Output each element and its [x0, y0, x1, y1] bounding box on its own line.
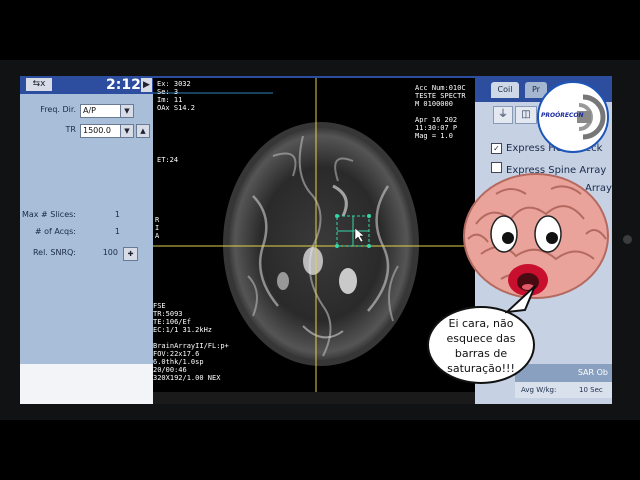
swap-tab[interactable]: ⇆x	[26, 78, 52, 91]
avg-sar-value: 10 Sec	[579, 386, 603, 394]
sequence-parameters-overlay: FSE TR:5093 TE:106/Ef EC:1/1 31.2kHz Bra…	[153, 302, 229, 382]
bubble-tail	[505, 285, 536, 314]
tab-coil[interactable]: Coil	[491, 82, 519, 98]
snr-row: Rel. SNRQ: 100 ✚	[20, 247, 153, 261]
bubble-line: Ei cara, não	[448, 317, 514, 330]
snr-label: Rel. SNRQ:	[32, 248, 76, 257]
max-slices-label: Max # Slices:	[21, 210, 76, 219]
scan-parameters-panel: ⇆x 2:12 ▶ Freq. Dir. A/P ▼ TR 1500.0 ▼ ▲…	[20, 76, 153, 404]
left-panel-footer	[20, 364, 153, 404]
checkbox-checked-icon[interactable]: ✓	[491, 143, 502, 154]
tr-field[interactable]: 1500.0	[80, 124, 122, 138]
chevron-down-icon[interactable]: ▼	[120, 124, 134, 138]
coil-icon[interactable]: ◫	[515, 106, 537, 124]
next-arrow-button[interactable]: ▶	[141, 78, 152, 92]
freq-dir-row: Freq. Dir. A/P ▼	[20, 104, 153, 118]
acqs-row: # of Acqs: 1	[20, 227, 153, 239]
tr-label: TR	[65, 125, 76, 134]
snr-value: 100	[102, 248, 118, 257]
acqs-value: 1	[114, 227, 120, 236]
orientation-letters: R I A	[155, 216, 160, 240]
acqs-label: # of Acqs:	[34, 227, 76, 236]
speech-bubble: Ei cara, não esquece das barras de satur…	[427, 306, 535, 384]
tr-row: TR 1500.0 ▼ ▲	[20, 124, 153, 138]
max-slices-value: 1	[114, 210, 120, 219]
prorecon-logo: PROÓRECON	[537, 81, 609, 153]
echo-train-label: ET:24	[157, 156, 179, 164]
bubble-line: esquece das	[446, 332, 516, 345]
chevron-down-icon[interactable]: ▼	[120, 104, 134, 118]
avg-sar-row: Avg W/kg: 10 Sec	[515, 382, 612, 398]
freq-dir-label: Freq. Dir.	[40, 105, 76, 114]
plug-icon[interactable]: ⏚	[493, 106, 513, 124]
logo-text: PROÓRECON	[541, 112, 584, 119]
chevron-up-icon[interactable]: ▲	[136, 124, 150, 138]
freq-dir-field[interactable]: A/P	[80, 104, 122, 118]
mri-image-viewer[interactable]: Ex: 3032 Se: 3 Im: 11 OAx S14.2 Acc Num:…	[153, 76, 475, 404]
scan-time-clock: 2:12	[106, 77, 141, 93]
max-slices-row: Max # Slices: 1	[20, 210, 153, 222]
monitor-button	[623, 235, 632, 244]
exam-info-overlay: Ex: 3032 Se: 3 Im: 11 OAx S14.2	[157, 80, 195, 112]
plus-icon[interactable]: ✚	[123, 247, 138, 261]
bubble-line: barras de	[454, 347, 508, 360]
bubble-line: saturação!!!	[447, 362, 515, 375]
patient-info-overlay: Acc Num:010C TESTE SPECTR M 0100000 Apr …	[415, 84, 466, 140]
left-panel-header: ⇆x 2:12 ▶	[20, 76, 153, 94]
avg-sar-label: Avg W/kg:	[521, 386, 557, 394]
